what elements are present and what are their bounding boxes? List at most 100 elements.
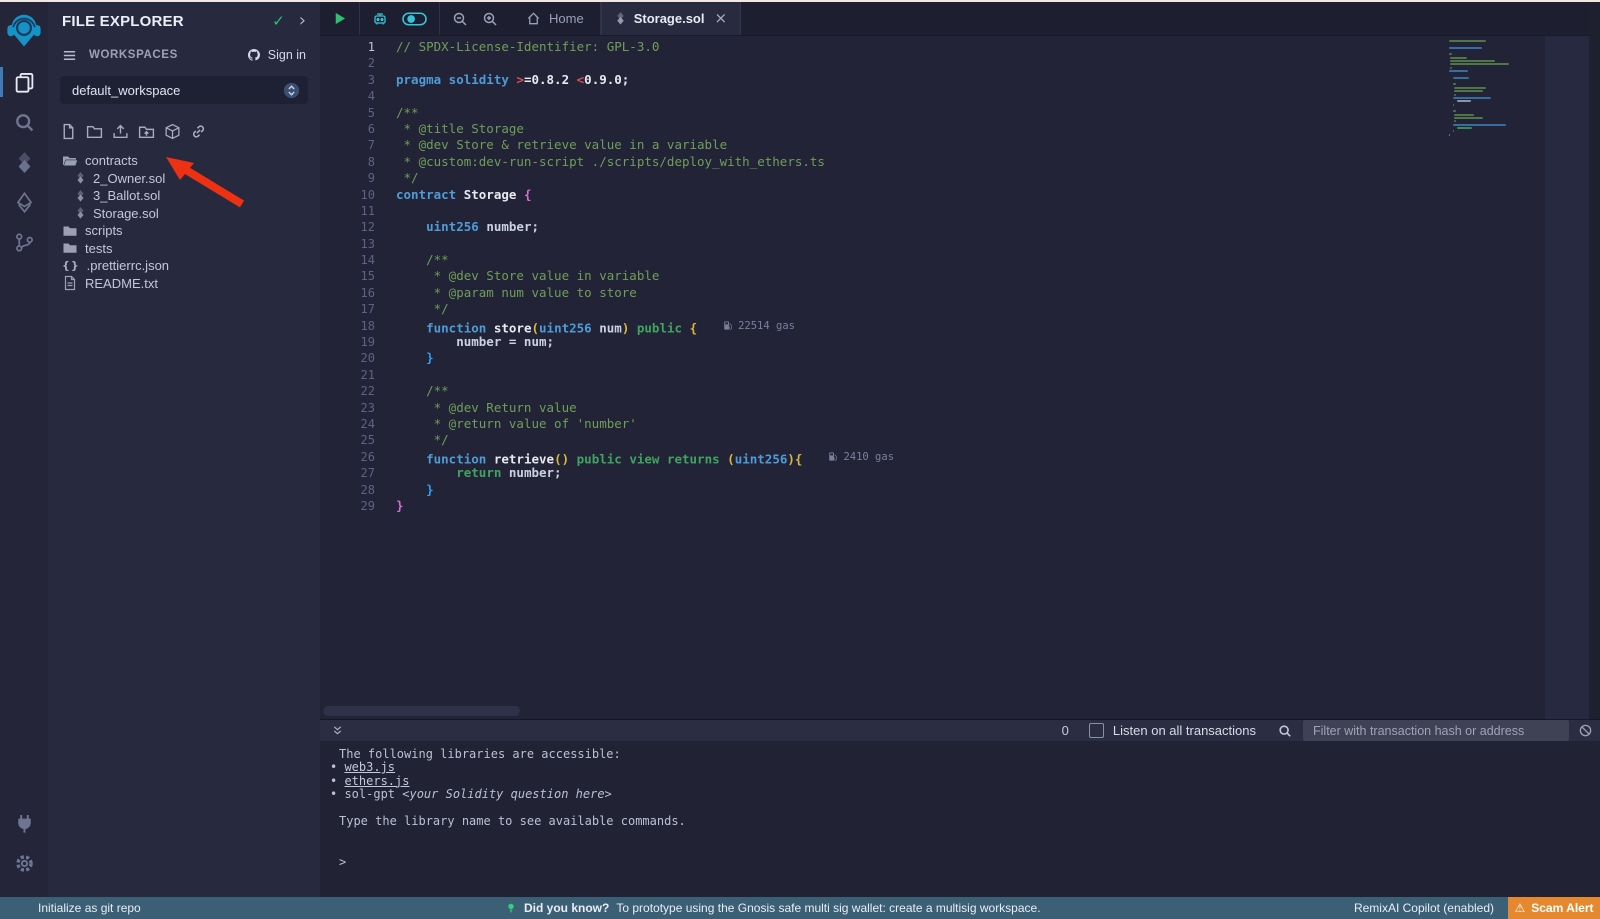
workspace-name: default_workspace [72, 83, 180, 98]
new-folder-icon [86, 123, 103, 140]
line-number: 21 [320, 367, 388, 383]
code-line-1: // SPDX-License-Identifier: GPL-3.0 [396, 39, 1541, 55]
code-editor[interactable]: 1234567891011121314151617181920212223242… [320, 36, 1541, 719]
line-number: 6 [320, 121, 388, 137]
hamburger-menu-icon[interactable] [62, 48, 77, 63]
check-icon[interactable]: ✓ [272, 14, 285, 29]
zoom-out-button[interactable] [452, 11, 468, 27]
init-git-repo-button[interactable]: Initialize as git repo [38, 901, 141, 915]
file-contracts[interactable]: contracts [48, 152, 320, 170]
rail-settings[interactable] [0, 843, 48, 883]
clear-filter-icon[interactable] [1578, 723, 1593, 738]
terminal-toolbar-right: 0 Listen on all transactions [1062, 720, 1600, 741]
file-2_Owner.sol[interactable]: 2_Owner.sol [48, 170, 320, 188]
file-scripts[interactable]: scripts [48, 222, 320, 240]
rail-solidity-compiler[interactable] [0, 142, 48, 182]
terminal-search-button[interactable] [1278, 724, 1292, 738]
file-README.txt[interactable]: README.txt [48, 275, 320, 293]
terminal-line: Type the library name to see available c… [330, 815, 1600, 828]
workspace-select[interactable]: default_workspace [60, 76, 308, 104]
file-tests[interactable]: tests [48, 240, 320, 258]
minimap-line [1450, 63, 1509, 65]
line-number: 28 [320, 482, 388, 498]
rail-plugin-manager[interactable] [0, 803, 48, 843]
rail-deploy-run[interactable] [0, 182, 48, 222]
upload-file-button[interactable] [112, 123, 129, 140]
upload-folder-icon [138, 123, 155, 140]
listen-transactions-checkbox[interactable] [1089, 723, 1104, 738]
scam-alert-button[interactable]: ⚠ Scam Alert [1508, 897, 1600, 919]
new-file-button[interactable] [60, 123, 77, 140]
terminal-toolbar: 0 Listen on all transactions [320, 719, 1600, 741]
line-number: 3 [320, 72, 388, 88]
copilot-toggle[interactable] [402, 12, 427, 26]
terminal-prompt[interactable]: > [330, 855, 1600, 869]
cube-button[interactable] [164, 123, 181, 140]
code-line-15: * @dev Store value in variable [396, 268, 1541, 284]
zoom-in-button[interactable] [482, 11, 498, 27]
file-Storage.sol[interactable]: Storage.sol [48, 205, 320, 223]
run-script-button[interactable] [332, 11, 347, 26]
json-braces-icon: {} [62, 260, 80, 271]
horizontal-scrollbar-thumb[interactable] [323, 706, 520, 716]
link-button[interactable] [190, 123, 207, 140]
sign-in-button[interactable]: Sign in [246, 47, 306, 63]
vertical-scrollbar[interactable] [1545, 36, 1589, 719]
link-icon [190, 123, 207, 140]
copilot-status[interactable]: RemixAI Copilot (enabled) [1354, 901, 1494, 915]
new-folder-button[interactable] [86, 123, 103, 140]
close-tab-icon[interactable]: × [714, 11, 727, 26]
code-line-24: * @return value of 'number' [396, 416, 1541, 432]
rail-search[interactable] [0, 102, 48, 142]
line-number: 16 [320, 285, 388, 301]
listen-transactions-label: Listen on all transactions [1113, 723, 1256, 738]
code-line-14: /** [396, 252, 1541, 268]
upload-folder-button[interactable] [138, 123, 155, 140]
file-3_Ballot.sol[interactable]: 3_Ballot.sol [48, 187, 320, 205]
file-label: 3_Ballot.sol [93, 188, 160, 203]
file-.prettierrc.json[interactable]: {}.prettierrc.json [48, 257, 320, 275]
tab-home[interactable]: Home [510, 2, 600, 35]
tab-storage-sol[interactable]: Storage.sol × [601, 2, 741, 35]
code-line-25: */ [396, 432, 1541, 448]
minimap-line [1454, 90, 1482, 92]
collapse-terminal-button[interactable] [331, 724, 344, 737]
minimap-line [1449, 40, 1486, 42]
terminal-line: • ethers.js [330, 775, 1600, 788]
solidity-file-icon [75, 190, 86, 202]
minimap-line [1453, 110, 1456, 112]
terminal-lines: The following libraries are accessible:•… [330, 748, 1600, 828]
status-bar: Initialize as git repo Did you know? To … [0, 897, 1600, 919]
rail-git[interactable] [0, 222, 48, 262]
rail-file-explorer[interactable] [0, 62, 48, 102]
terminal-link-web3.js[interactable]: web3.js [344, 760, 395, 774]
minimap-line [1450, 57, 1467, 59]
minimap-line [1449, 53, 1452, 55]
robot-icon [372, 11, 388, 27]
code-line-20: } [396, 350, 1541, 366]
file-explorer-icon [14, 72, 35, 93]
scam-alert-label: Scam Alert [1531, 901, 1593, 915]
code-line-22: /** [396, 383, 1541, 399]
code-line-16: * @param num value to store [396, 285, 1541, 301]
terminal-output[interactable]: The following libraries are accessible:•… [320, 740, 1600, 897]
code-line-9: */ [396, 170, 1541, 186]
code-line-18: function store(uint256 num) public {2251… [396, 318, 1541, 334]
chevron-right-icon[interactable]: › [299, 12, 306, 30]
code-line-7: * @dev Store & retrieve value in a varia… [396, 137, 1541, 153]
line-number: 25 [320, 432, 388, 448]
transaction-filter-input[interactable] [1303, 720, 1569, 741]
file-label: contracts [85, 153, 138, 168]
ai-group [360, 2, 439, 35]
minimap-line [1454, 117, 1482, 119]
minimap-line [1449, 43, 1541, 45]
remixai-button[interactable] [372, 11, 388, 27]
solidity-compiler-icon [14, 152, 35, 173]
panel-title: FILE EXPLORER [62, 13, 184, 30]
minimap-line [1454, 94, 1456, 96]
minimap[interactable] [1445, 40, 1541, 137]
terminal-link-ethers.js[interactable]: ethers.js [344, 774, 409, 788]
search-icon [14, 112, 35, 133]
workspaces-label: WORKSPACES [89, 49, 178, 61]
gas-pump-icon [828, 451, 838, 462]
